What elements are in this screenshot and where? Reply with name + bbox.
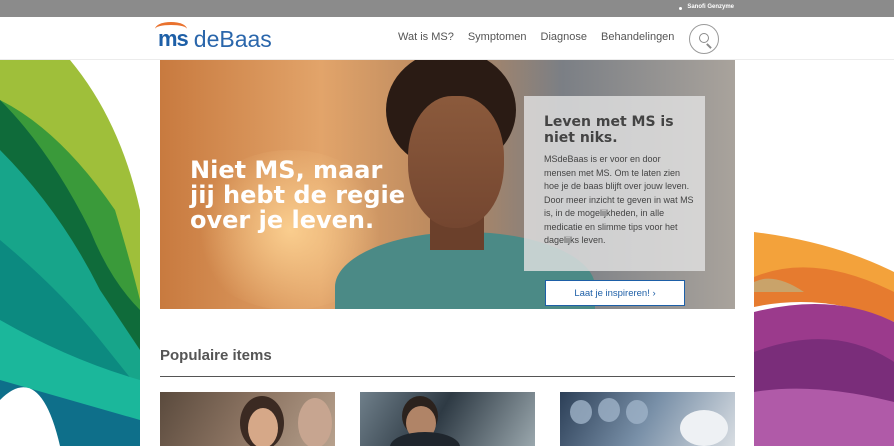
section-divider [160, 376, 735, 377]
popular-item-card[interactable] [160, 392, 335, 446]
popular-item-card[interactable] [360, 392, 535, 446]
popular-items-title: Populaire items [160, 347, 272, 364]
main-nav: Wat is MS? Symptomen Diagnose Behandelin… [398, 31, 688, 43]
thumb-scan-3 [626, 400, 648, 424]
thumb-person-body [390, 432, 460, 446]
logo-arc-icon [155, 22, 187, 36]
site-header: ms deBaas Wat is MS? Symptomen Diagnose … [0, 17, 894, 60]
thumb-scan-2 [598, 398, 620, 422]
hero-banner: Niet MS, maar jij hebt de regie over je … [160, 60, 735, 309]
decorative-waves-right [754, 232, 894, 446]
popular-item-card[interactable] [560, 392, 735, 446]
nav-item-behandelingen[interactable]: Behandelingen [601, 31, 674, 43]
nav-item-symptomen[interactable]: Symptomen [468, 31, 527, 43]
thumb-glove [680, 410, 728, 446]
bullet-icon [679, 7, 682, 10]
site-logo[interactable]: ms deBaas [155, 22, 272, 53]
thumb-scan-1 [570, 400, 592, 424]
nav-item-diagnose[interactable]: Diagnose [541, 31, 587, 43]
sponsor-label: Sanofi Genzyme [687, 4, 734, 10]
top-bar: Sanofi Genzyme [0, 0, 894, 17]
search-icon-handle [706, 43, 712, 49]
inspire-button[interactable]: Laat je inspireren! › [545, 280, 685, 306]
hero-card-title: Leven met MS is niet niks. [544, 114, 674, 146]
decorative-waves-left [0, 60, 140, 446]
nav-item-wat-is-ms[interactable]: Wat is MS? [398, 31, 454, 43]
hero-info-card: Leven met MS is niet niks. MSdeBaas is e… [524, 96, 705, 271]
hero-headline: Niet MS, maar jij hebt de regie over je … [190, 156, 406, 234]
thumb-person-face [248, 408, 278, 446]
search-button[interactable] [689, 24, 719, 54]
logo-ms: ms [155, 22, 189, 52]
logo-name: deBaas [193, 25, 272, 52]
thumb-person2-face [298, 398, 332, 446]
hero-photo-face [408, 96, 504, 228]
search-icon [699, 33, 709, 43]
hero-card-body: MSdeBaas is er voor en door mensen met M… [544, 154, 694, 245]
